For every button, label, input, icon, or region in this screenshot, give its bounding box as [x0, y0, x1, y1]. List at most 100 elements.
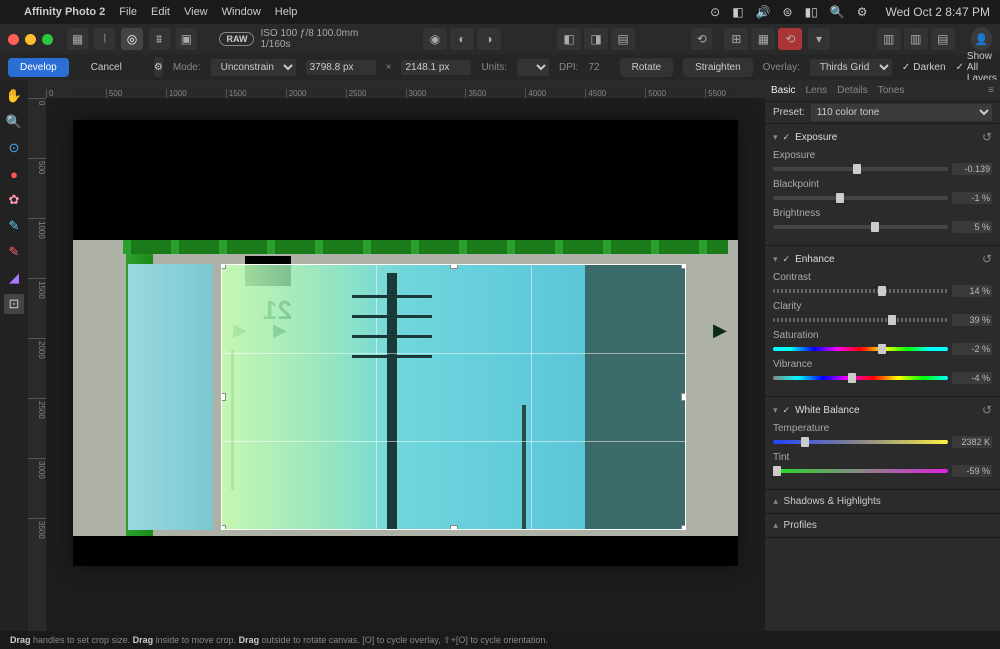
studio-toggle[interactable]: ▤ — [931, 28, 955, 50]
window-minimize[interactable] — [25, 34, 36, 45]
account-avatar[interactable]: 👤 — [971, 27, 992, 51]
slider-value[interactable]: -1 % — [952, 192, 992, 204]
slider-track[interactable] — [773, 225, 948, 229]
persona-tone[interactable]: ⩩ — [149, 28, 170, 50]
menu-help[interactable]: Help — [275, 6, 298, 18]
menu-file[interactable]: File — [119, 6, 137, 18]
clip-warning-shadow[interactable]: ◧ — [557, 28, 581, 50]
slider-track[interactable] — [773, 196, 948, 200]
slider-track[interactable] — [773, 167, 948, 171]
crop-handle-n[interactable] — [450, 264, 458, 269]
overlay-paint-tool[interactable]: ✎ — [4, 216, 24, 236]
force-pixel[interactable]: ⟲ — [778, 28, 802, 50]
reset-icon[interactable]: ↺ — [982, 130, 992, 144]
crop-mode-select[interactable]: Unconstrained — [211, 59, 296, 76]
assistant-menu[interactable]: ▾ — [808, 28, 829, 50]
tab-basic[interactable]: Basic — [771, 85, 795, 96]
vertical-ruler[interactable]: 0500100015002000250030003500 — [28, 98, 46, 631]
stop-icon[interactable]: ◧ — [732, 5, 743, 19]
reset-icon[interactable]: ↺ — [982, 403, 992, 417]
search-icon[interactable]: 🔍 — [830, 5, 845, 19]
profiles-section[interactable]: ▸ Profiles — [765, 514, 1000, 538]
overlay-gradient-tool[interactable]: ◢ — [4, 268, 24, 288]
exposure-enable-check[interactable]: ✓ — [783, 132, 791, 143]
straighten-button[interactable]: Straighten — [683, 58, 753, 77]
hand-tool[interactable]: ✋ — [4, 86, 24, 106]
chevron-down-icon[interactable]: ▾ — [773, 254, 778, 265]
crop-marquee[interactable] — [221, 264, 686, 530]
tab-tones[interactable]: Tones — [878, 85, 905, 96]
crop-preset-menu[interactable]: ⚙ — [154, 57, 163, 77]
slider-track[interactable] — [773, 469, 948, 473]
menu-edit[interactable]: Edit — [151, 6, 170, 18]
slider-value[interactable]: -2 % — [952, 343, 992, 355]
crop-handle-w[interactable] — [221, 393, 226, 401]
crop-handle-sw[interactable] — [221, 525, 226, 530]
tab-lens[interactable]: Lens — [805, 85, 827, 96]
slider-track[interactable] — [773, 440, 948, 444]
slider-thumb[interactable] — [878, 344, 886, 354]
crop-height-input[interactable] — [401, 60, 471, 75]
battery-icon[interactable]: ▮▯ — [805, 5, 818, 19]
crop-handle-ne[interactable] — [681, 264, 686, 269]
slider-thumb[interactable] — [848, 373, 856, 383]
horizontal-ruler[interactable]: 0500100015002000250030003500400045005000… — [46, 80, 765, 98]
slider-thumb[interactable] — [836, 193, 844, 203]
snapping-toggle[interactable]: ⊞ — [724, 28, 748, 50]
slider-thumb[interactable] — [888, 315, 896, 325]
chevron-down-icon[interactable]: ▾ — [773, 405, 778, 416]
preset-select[interactable]: 110 color tone — [811, 104, 992, 121]
window-zoom[interactable] — [42, 34, 53, 45]
slider-value[interactable]: 39 % — [952, 314, 992, 326]
view-split[interactable]: ◐ — [450, 28, 474, 50]
studio-right[interactable]: ▥ — [904, 28, 928, 50]
crop-handle-se[interactable] — [681, 525, 686, 530]
view-mirror[interactable]: ◑ — [477, 28, 501, 50]
wb-enable-check[interactable]: ✓ — [783, 405, 791, 416]
slider-track[interactable] — [773, 289, 948, 293]
crop-handle-s[interactable] — [450, 525, 458, 530]
persona-develop[interactable]: ◎ — [121, 28, 142, 50]
slider-thumb[interactable] — [773, 466, 781, 476]
grid-toggle[interactable]: ▦ — [751, 28, 775, 50]
slider-value[interactable]: 2382 K — [952, 436, 992, 448]
app-name[interactable]: Affinity Photo 2 — [24, 6, 105, 18]
sync-button[interactable]: ⟲ — [691, 28, 712, 50]
ruler-origin[interactable] — [28, 80, 46, 98]
reset-icon[interactable]: ↺ — [982, 252, 992, 266]
slider-thumb[interactable] — [878, 286, 886, 296]
slider-thumb[interactable] — [801, 437, 809, 447]
overlay-erase-tool[interactable]: ✎ — [4, 242, 24, 262]
zoom-tool[interactable]: 🔍 — [4, 112, 24, 132]
chevron-down-icon[interactable]: ▾ — [773, 132, 778, 143]
slider-value[interactable]: 5 % — [952, 221, 992, 233]
document-canvas[interactable]: ▶ ▶ ▶ 21 — [73, 120, 738, 566]
crop-handle-e[interactable] — [681, 393, 686, 401]
shadows-highlights-section[interactable]: ▸ Shadows & Highlights — [765, 490, 1000, 514]
menu-window[interactable]: Window — [222, 6, 261, 18]
slider-value[interactable]: -59 % — [952, 465, 992, 477]
crop-tool[interactable]: ⊡ — [4, 294, 24, 314]
persona-liquify[interactable]: ⦚ — [94, 28, 115, 50]
enhance-enable-check[interactable]: ✓ — [783, 254, 791, 265]
clip-warning-tone[interactable]: ▤ — [611, 28, 635, 50]
slider-value[interactable]: 14 % — [952, 285, 992, 297]
overlay-select[interactable]: Thirds Grid — [810, 59, 892, 76]
blemish-tool[interactable]: ✿ — [4, 190, 24, 210]
units-select[interactable] — [517, 59, 549, 76]
red-eye-tool[interactable]: ● — [4, 164, 24, 184]
slider-track[interactable] — [773, 347, 948, 351]
slider-track[interactable] — [773, 376, 948, 380]
clip-warning-highlight[interactable]: ◨ — [584, 28, 608, 50]
crop-width-input[interactable] — [306, 60, 376, 75]
rotate-button[interactable]: Rotate — [620, 58, 673, 77]
record-icon[interactable]: ⊙ — [710, 5, 720, 19]
show-all-layers-check[interactable]: ✓ Show All Layers — [956, 51, 997, 84]
tab-details[interactable]: Details — [837, 85, 868, 96]
panel-menu-icon[interactable]: ≡ — [988, 85, 994, 96]
slider-thumb[interactable] — [871, 222, 879, 232]
volume-icon[interactable]: 🔊 — [756, 5, 771, 19]
studio-left[interactable]: ▥ — [877, 28, 901, 50]
wifi-icon[interactable]: ⊜ — [783, 5, 793, 19]
clock[interactable]: Wed Oct 2 8:47 PM — [886, 5, 991, 19]
